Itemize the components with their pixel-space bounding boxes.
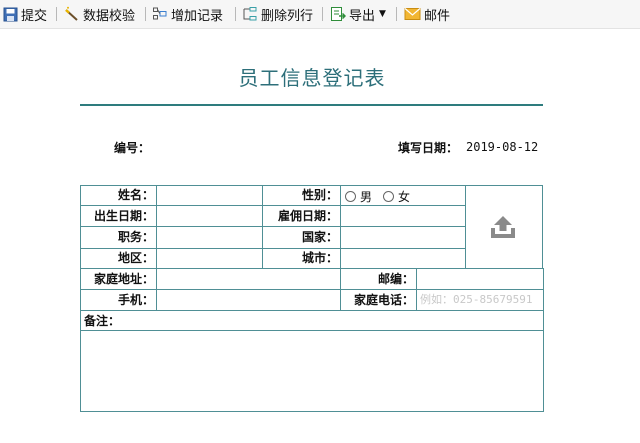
radio-circle xyxy=(345,191,356,202)
delete-row-label: 删除列行 xyxy=(261,8,314,24)
home-phone-label: 家庭电话： xyxy=(353,293,414,307)
export-label: 导出 xyxy=(349,8,376,24)
add-row-icon xyxy=(153,7,167,20)
mail-button[interactable]: 邮件 xyxy=(404,3,450,25)
gender-female-label: 女 xyxy=(398,190,411,204)
name-label: 姓名： xyxy=(117,188,154,202)
position-input[interactable] xyxy=(157,228,261,246)
home-phone-input[interactable]: 例如：025-85679591 xyxy=(417,291,546,309)
toolbar-separator xyxy=(235,7,236,21)
remarks-label: 备注： xyxy=(84,314,121,328)
gender-female-radio[interactable]: 女 xyxy=(383,188,410,205)
city-input[interactable] xyxy=(341,249,464,267)
validate-button[interactable]: 数据校验 xyxy=(64,3,135,25)
title-underline xyxy=(80,104,543,106)
birth-date-label: 出生日期： xyxy=(93,209,154,223)
birth-date-input[interactable] xyxy=(157,207,261,225)
number-label: 编号： xyxy=(114,141,151,155)
toolbar-separator xyxy=(145,7,146,21)
toolbar: 提交 数据校验 增加记录 删除列行 导出 ▼ 邮件 xyxy=(0,0,640,29)
upload-icon xyxy=(491,216,515,238)
home-address-label: 家庭地址： xyxy=(93,272,154,286)
grid-border xyxy=(340,268,341,310)
country-label: 国家： xyxy=(301,230,338,244)
gender-male-radio[interactable]: 男 xyxy=(345,188,372,205)
add-record-label: 增加记录 xyxy=(171,8,224,24)
submit-button[interactable]: 提交 xyxy=(3,3,47,25)
postcode-input[interactable] xyxy=(417,270,543,288)
postcode-label: 邮编： xyxy=(377,272,414,286)
wand-icon xyxy=(65,6,78,21)
gender-male-label: 男 xyxy=(360,190,373,204)
form-title: 员工信息登记表 xyxy=(238,66,386,90)
hire-date-label: 雇佣日期： xyxy=(277,209,338,223)
mobile-label: 手机： xyxy=(117,293,154,307)
radio-circle xyxy=(383,191,394,202)
name-input[interactable] xyxy=(157,186,261,204)
fill-date-value[interactable]: 2019-08-12 xyxy=(466,140,538,154)
delete-row-button[interactable]: 删除列行 xyxy=(242,3,313,25)
region-label: 地区： xyxy=(117,251,154,265)
mail-label: 邮件 xyxy=(424,8,451,24)
position-label: 职务： xyxy=(117,230,154,244)
export-icon xyxy=(331,7,346,21)
remarks-textarea[interactable] xyxy=(82,332,542,410)
toolbar-separator xyxy=(56,7,57,21)
mobile-input[interactable] xyxy=(157,291,339,309)
save-icon xyxy=(3,7,18,21)
delete-row-icon xyxy=(243,7,257,21)
gender-label: 性别： xyxy=(301,188,338,202)
fill-date-label: 填写日期： xyxy=(398,141,459,155)
chevron-down-icon: ▼ xyxy=(379,9,386,19)
hire-date-input[interactable] xyxy=(341,207,464,225)
validate-label: 数据校验 xyxy=(83,8,136,24)
region-input[interactable] xyxy=(157,249,261,267)
add-record-button[interactable]: 增加记录 xyxy=(152,3,223,25)
envelope-icon xyxy=(404,8,421,20)
country-input[interactable] xyxy=(341,228,464,246)
toolbar-separator xyxy=(322,7,323,21)
home-address-input[interactable] xyxy=(157,270,339,288)
city-label: 城市： xyxy=(301,251,338,265)
toolbar-separator xyxy=(396,7,397,21)
submit-label: 提交 xyxy=(21,8,48,24)
photo-cell[interactable] xyxy=(465,185,543,269)
grid-border xyxy=(80,330,544,331)
export-button[interactable]: 导出 ▼ xyxy=(330,3,386,25)
grid-border xyxy=(262,185,263,269)
